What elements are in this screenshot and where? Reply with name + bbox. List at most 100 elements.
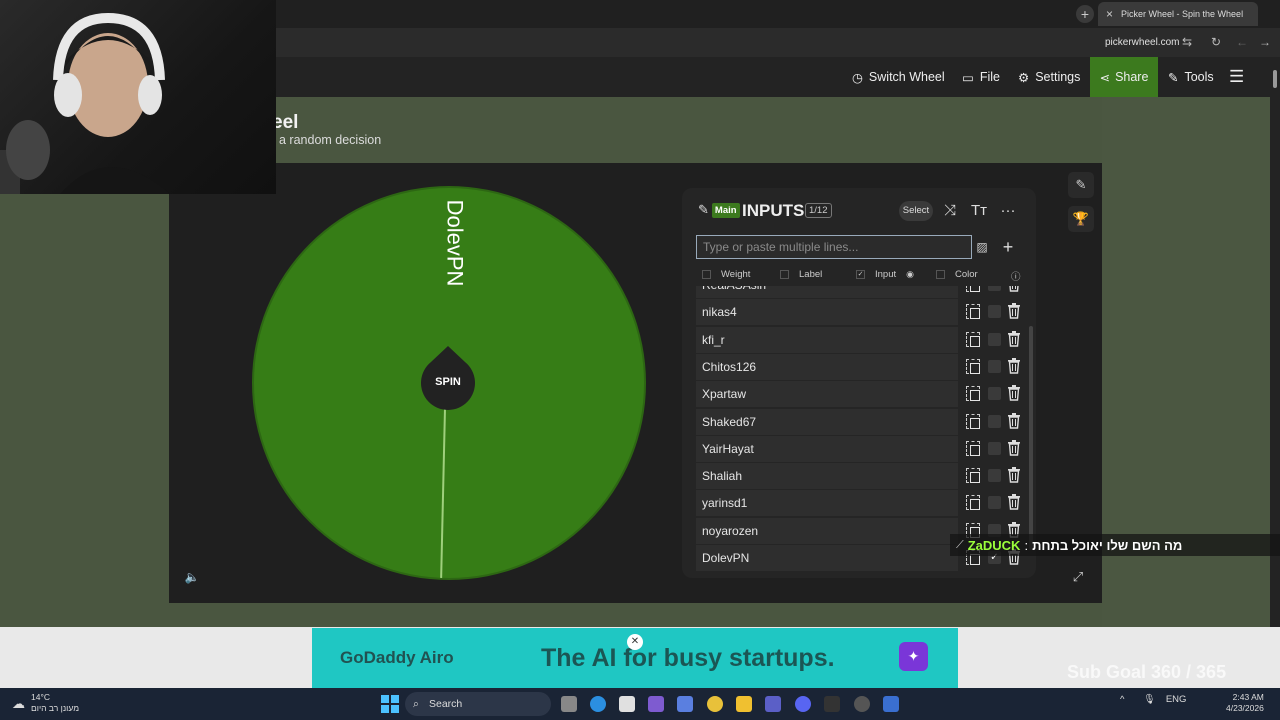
duplicate-icon[interactable]	[966, 440, 980, 456]
entry-checkbox[interactable]	[988, 387, 1001, 401]
duplicate-icon[interactable]	[966, 468, 980, 484]
taskbar-clock[interactable]: 2:43 AM 4/23/2026	[1226, 692, 1264, 714]
switch-wheel-button[interactable]: ◷ Switch Wheel	[852, 57, 945, 97]
chrome-icon[interactable]	[707, 696, 723, 712]
edge-icon[interactable]	[590, 696, 606, 712]
spin-label[interactable]: SPIN	[421, 376, 475, 388]
entries-scrollbar[interactable]	[1029, 326, 1033, 550]
trash-icon[interactable]	[1008, 439, 1020, 456]
entry-row[interactable]: Chitos126	[696, 353, 1026, 380]
entry-name[interactable]: Shaliah	[696, 463, 958, 490]
text-size-icon[interactable]: Tт	[969, 201, 989, 221]
entry-row[interactable]: kfi_r	[696, 326, 1026, 353]
duplicate-icon[interactable]	[966, 386, 980, 402]
entry-row[interactable]: YairHayat	[696, 435, 1026, 462]
entry-name[interactable]: DolevPN	[696, 545, 958, 571]
trash-icon[interactable]	[1008, 286, 1020, 292]
task-view-icon[interactable]	[561, 696, 577, 712]
input-checkbox[interactable]: ✓	[856, 270, 865, 279]
entry-checkbox[interactable]	[988, 332, 1001, 346]
sound-icon[interactable]: 🔈	[182, 570, 202, 588]
trophy-icon[interactable]: 🏆	[1068, 206, 1094, 232]
info-icon[interactable]: ⓘ	[1011, 269, 1021, 283]
teams-icon[interactable]	[765, 696, 781, 712]
input-column[interactable]: ✓ Input ◉	[856, 269, 914, 280]
discord-icon[interactable]	[795, 696, 811, 712]
language-indicator[interactable]: ENG	[1166, 694, 1187, 705]
duplicate-icon[interactable]	[966, 358, 980, 374]
reload-icon[interactable]: ↻	[1211, 35, 1221, 49]
share-button[interactable]: ⋖ Share	[1090, 57, 1158, 97]
system-tray[interactable]: ^ 🎙 ENG	[1120, 694, 1186, 705]
add-entry-button[interactable]: +	[998, 235, 1018, 259]
trash-icon[interactable]	[1008, 467, 1020, 483]
weight-column[interactable]: Weight	[702, 269, 750, 280]
trash-icon[interactable]	[1008, 412, 1020, 429]
duplicate-icon[interactable]	[966, 331, 980, 347]
app-icon-4[interactable]	[883, 696, 899, 712]
new-tab-button[interactable]: +	[1076, 5, 1094, 23]
trash-icon[interactable]	[1008, 385, 1020, 401]
tray-chevron-icon[interactable]: ^	[1120, 694, 1124, 705]
weight-checkbox[interactable]	[702, 270, 711, 279]
color-checkbox[interactable]	[936, 270, 945, 279]
weather-widget[interactable]: ☁ 14°C מעונן רב היום	[12, 692, 79, 714]
entry-checkbox[interactable]	[988, 469, 1001, 483]
shuffle-icon[interactable]: ⤨	[940, 201, 960, 221]
entry-row[interactable]: Shaliah	[696, 463, 1026, 490]
entry-row[interactable]: yarinsd1	[696, 490, 1026, 517]
entry-name[interactable]: noyarozen	[696, 517, 958, 544]
entry-name[interactable]: yarinsd1	[696, 490, 958, 517]
more-options-icon[interactable]: ···	[998, 201, 1018, 221]
entry-name[interactable]: Xpartaw	[696, 381, 958, 408]
app-icon-2[interactable]	[677, 696, 693, 712]
edit-wheel-icon[interactable]: ✎	[1068, 172, 1094, 198]
file-menu-button[interactable]: ▭ File	[962, 57, 1000, 97]
label-checkbox[interactable]	[780, 270, 789, 279]
page-scrollbar-thumb[interactable]	[1273, 70, 1277, 88]
url-text[interactable]: pickerwheel.com	[1105, 37, 1179, 48]
entry-name[interactable]: YairHayat	[696, 435, 958, 462]
file-explorer-icon[interactable]	[736, 696, 752, 712]
trash-icon[interactable]	[1008, 357, 1020, 374]
ad-close-icon[interactable]: ✕	[627, 634, 643, 650]
entry-name[interactable]: Chitos126	[696, 353, 958, 380]
main-tag[interactable]: ✎ Main	[698, 202, 740, 218]
duplicate-icon[interactable]	[966, 495, 980, 511]
app-icon-3[interactable]	[824, 696, 840, 712]
eye-icon[interactable]: ◉	[906, 269, 914, 280]
duplicate-icon[interactable]	[966, 286, 980, 292]
duplicate-icon[interactable]	[966, 304, 980, 320]
translate-icon[interactable]: ⇆	[1182, 35, 1192, 49]
entry-row[interactable]: Xpartaw	[696, 381, 1026, 408]
entry-checkbox[interactable]	[988, 414, 1001, 428]
entry-row[interactable]: Shaked67	[696, 408, 1026, 435]
entry-checkbox[interactable]	[988, 441, 1001, 455]
microphone-icon[interactable]: 🎙	[1143, 694, 1155, 705]
hamburger-menu-icon[interactable]: ☰	[1229, 57, 1244, 97]
add-image-icon[interactable]: ▨	[972, 235, 992, 259]
close-tab-icon[interactable]: ×	[1106, 7, 1113, 21]
label-column[interactable]: Label	[780, 269, 822, 280]
browser-tab[interactable]: × Picker Wheel - Spin the Wheel	[1098, 2, 1258, 26]
entry-checkbox[interactable]	[988, 286, 1001, 291]
trash-icon[interactable]	[1008, 303, 1020, 319]
entry-name[interactable]: RealASAsin	[696, 286, 958, 298]
windows-start-icon[interactable]	[381, 695, 399, 713]
store-icon[interactable]	[619, 696, 635, 712]
entry-name[interactable]: kfi_r	[696, 326, 958, 353]
entry-checkbox[interactable]	[988, 305, 1001, 319]
tools-button[interactable]: ✎ Tools	[1168, 57, 1214, 97]
back-icon[interactable]: ←	[1236, 35, 1248, 49]
duplicate-icon[interactable]	[966, 413, 980, 429]
entry-row[interactable]: nikas4	[696, 299, 1026, 326]
settings-button[interactable]: ⚙ Settings	[1018, 57, 1080, 97]
fullscreen-icon[interactable]: ⤢	[1068, 569, 1088, 589]
entry-checkbox[interactable]	[988, 359, 1001, 373]
forward-icon[interactable]: →	[1259, 35, 1271, 49]
obs-icon[interactable]	[854, 696, 870, 712]
entry-checkbox[interactable]	[988, 496, 1001, 510]
trash-icon[interactable]	[1008, 330, 1020, 347]
trash-icon[interactable]	[1008, 494, 1020, 511]
ad-magic-wand-icon[interactable]: ✦	[899, 642, 928, 671]
